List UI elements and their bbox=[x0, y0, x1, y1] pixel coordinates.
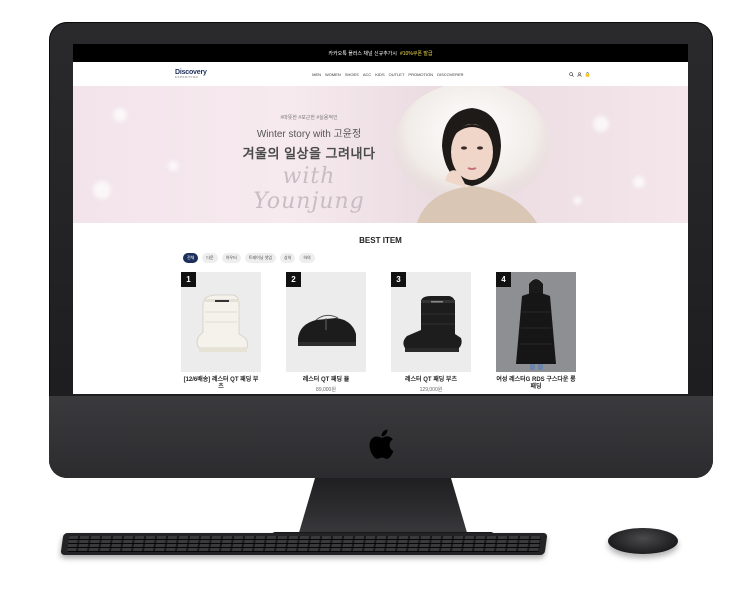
nav-item-discoverer[interactable]: DISCOVERER bbox=[437, 72, 463, 77]
category-chips: 전체 다운 아우터 트레이닝 셋업 상의 하의 bbox=[183, 253, 688, 263]
product-image[interactable]: 2 bbox=[286, 272, 366, 372]
nav-item-acc[interactable]: ACC bbox=[363, 72, 371, 77]
apple-logo-icon bbox=[369, 429, 394, 459]
hero-subtitle: Winter story with 고윤정 bbox=[256, 129, 362, 140]
nav-item-women[interactable]: WOMEN bbox=[325, 72, 341, 77]
product-card[interactable]: 3 레스터 QT 패딩 부츠 129,000원 bbox=[391, 272, 471, 393]
product-image[interactable]: 3 bbox=[391, 272, 471, 372]
hero-text: #따뜻한 #포근한 #실용적인 Winter story with 고윤정 겨울… bbox=[229, 114, 389, 214]
screen: 카카오톡 플러스 채널 신규추가시 #10%쿠폰 발급 Discovery EX… bbox=[73, 44, 688, 394]
chip-training-setup[interactable]: 트레이닝 셋업 bbox=[244, 253, 276, 263]
nav-item-men[interactable]: MEN bbox=[312, 72, 321, 77]
imac-stand bbox=[298, 478, 468, 536]
chip-down[interactable]: 다운 bbox=[202, 253, 218, 263]
best-item-title: BEST ITEM bbox=[359, 236, 402, 245]
product-image[interactable]: 1 bbox=[181, 272, 261, 372]
hero-banner[interactable]: #따뜻한 #포근한 #실용적인 Winter story with 고윤정 겨울… bbox=[73, 86, 688, 223]
promo-bar[interactable]: 카카오톡 플러스 채널 신규추가시 #10%쿠폰 발급 bbox=[73, 44, 688, 62]
product-card[interactable]: 4 여성 레스터G RDS 구스다운 롱패딩 bbox=[496, 272, 576, 393]
hero-script: with Younjung bbox=[253, 164, 365, 214]
black-mule-image bbox=[298, 314, 356, 346]
nav-item-shoes[interactable]: SHOES bbox=[345, 72, 359, 77]
site-header: Discovery EXPEDITION MEN WOMEN SHOES ACC… bbox=[73, 62, 688, 86]
hero-tags: #따뜻한 #포근한 #실용적인 bbox=[280, 115, 338, 121]
promo-highlight: #10%쿠폰 발급 bbox=[400, 50, 433, 57]
chip-top[interactable]: 상의 bbox=[280, 253, 296, 263]
rank-badge: 2 bbox=[286, 272, 301, 287]
nav-item-outlet[interactable]: OUTLET bbox=[389, 72, 405, 77]
main-nav: MEN WOMEN SHOES ACC KIDS OUTLET PROMOTIO… bbox=[312, 72, 463, 77]
product-name[interactable]: 레스터 QT 패딩 뮬 bbox=[286, 377, 366, 384]
hero-model-image bbox=[394, 86, 550, 223]
mouse bbox=[608, 528, 678, 554]
nav-item-promotion[interactable]: PROMOTION bbox=[408, 72, 433, 77]
product-name[interactable]: 여성 레스터G RDS 구스다운 롱패딩 bbox=[496, 377, 576, 391]
chip-outer[interactable]: 아우터 bbox=[221, 253, 241, 263]
site-logo[interactable]: Discovery EXPEDITION bbox=[175, 69, 207, 79]
rank-badge: 1 bbox=[181, 272, 196, 287]
chip-all[interactable]: 전체 bbox=[183, 253, 199, 263]
product-list: 1 [12/6배송] 레스터 QT 패딩 부츠 2 레스터 QT 패딩 뮬 89… bbox=[181, 272, 688, 393]
product-image[interactable]: 4 bbox=[496, 272, 576, 372]
product-card[interactable]: 2 레스터 QT 패딩 뮬 89,000원 bbox=[286, 272, 366, 393]
product-price: 89,000원 bbox=[316, 387, 336, 394]
cart-icon[interactable] bbox=[585, 71, 590, 77]
product-name[interactable]: 레스터 QT 패딩 부츠 bbox=[391, 377, 471, 384]
rank-badge: 3 bbox=[391, 272, 406, 287]
hero-title: 겨울의 일상을 그려내다 bbox=[242, 146, 376, 161]
user-icon[interactable] bbox=[577, 71, 582, 77]
rank-badge: 4 bbox=[496, 272, 511, 287]
header-icons bbox=[569, 71, 590, 77]
product-price: 129,000원 bbox=[419, 387, 443, 394]
keyboard bbox=[60, 533, 548, 555]
white-boot-image bbox=[196, 294, 249, 352]
logo-subtext: EXPEDITION bbox=[175, 75, 199, 79]
search-icon[interactable] bbox=[569, 71, 574, 77]
nav-item-kids[interactable]: KIDS bbox=[375, 72, 384, 77]
long-padding-image bbox=[516, 279, 556, 370]
chip-bottom[interactable]: 하의 bbox=[299, 253, 315, 263]
promo-text: 카카오톡 플러스 채널 신규추가시 bbox=[328, 50, 397, 57]
product-name[interactable]: [12/6배송] 레스터 QT 패딩 부츠 bbox=[181, 377, 261, 391]
product-card[interactable]: 1 [12/6배송] 레스터 QT 패딩 부츠 bbox=[181, 272, 261, 393]
black-boot-image bbox=[403, 296, 462, 352]
